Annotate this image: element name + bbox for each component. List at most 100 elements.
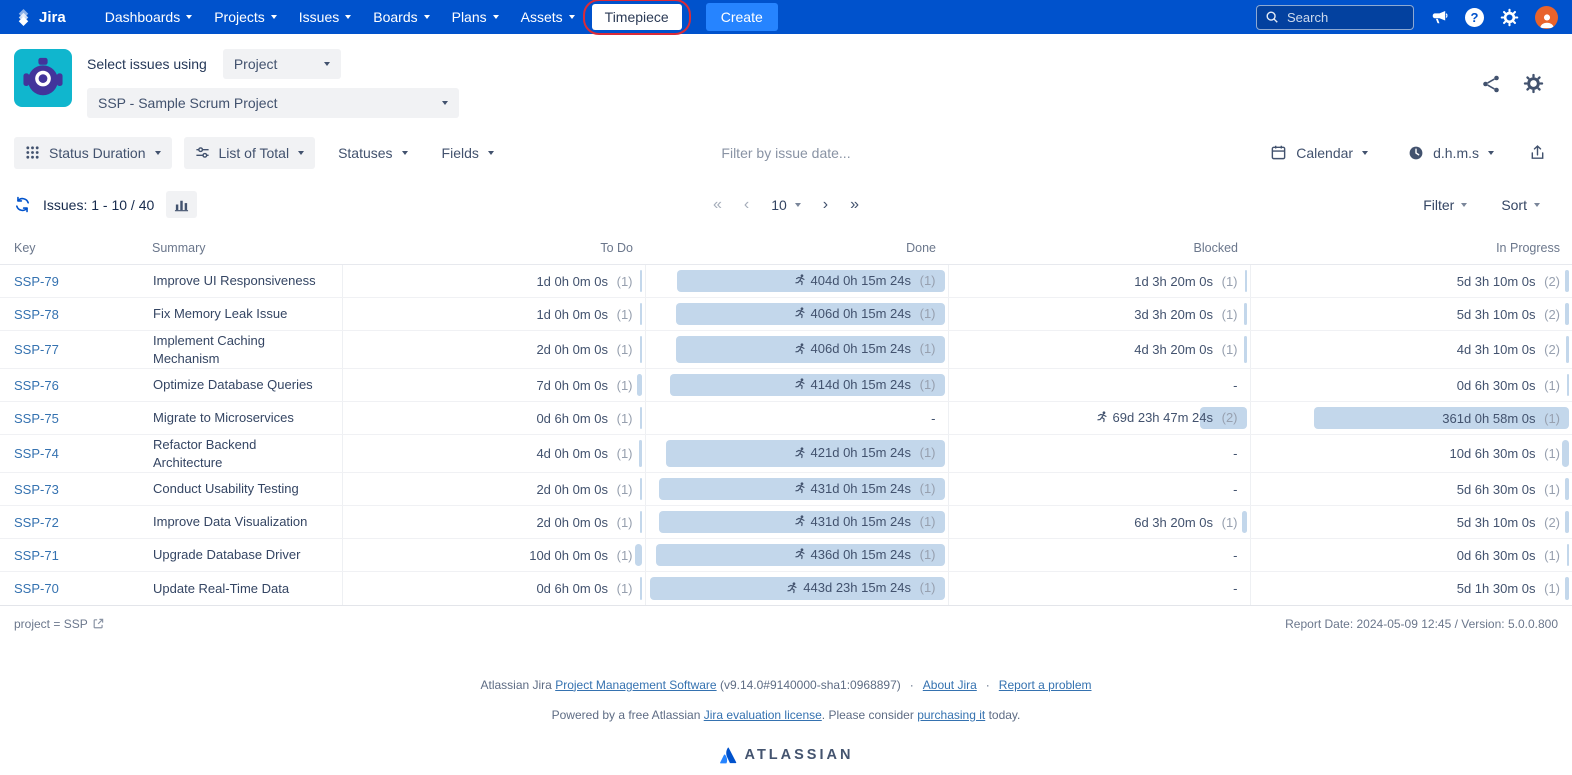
duration-text: 5d 3h 10m 0s (2) xyxy=(1457,274,1560,289)
duration-cell: 69d 23h 47m 24s (2) xyxy=(948,402,1250,435)
duration-bar xyxy=(1565,511,1569,533)
nav-item-dashboards[interactable]: Dashboards xyxy=(96,5,202,29)
first-page-button[interactable]: « xyxy=(713,197,722,213)
nav-item-assets[interactable]: Assets xyxy=(512,5,584,29)
help-icon[interactable]: ? xyxy=(1465,8,1484,27)
status-count: (1) xyxy=(613,446,633,461)
share-icon[interactable] xyxy=(1481,74,1501,94)
announcement-icon[interactable] xyxy=(1430,8,1449,27)
duration-cell: - xyxy=(948,369,1250,402)
prev-page-button[interactable]: ‹ xyxy=(744,197,749,213)
page-size-dropdown[interactable]: 10 xyxy=(771,197,801,213)
issue-key-link[interactable]: SSP-72 xyxy=(14,515,59,530)
duration-text: - xyxy=(1233,548,1237,563)
filter-label: Filter xyxy=(1423,197,1454,213)
jira-logo[interactable]: Jira xyxy=(14,8,66,27)
duration-bar xyxy=(637,374,642,396)
duration-bar xyxy=(1244,303,1246,325)
pms-link[interactable]: Project Management Software xyxy=(555,678,716,692)
status-count: (1) xyxy=(613,411,633,426)
status-count: (1) xyxy=(916,580,936,595)
duration-bar xyxy=(639,440,642,467)
table-row: SSP-70Update Real-Time Data0d 6h 0m 0s (… xyxy=(0,572,1572,605)
nav-item-timepiece[interactable]: Timepiece xyxy=(592,4,682,30)
issue-key-link[interactable]: SSP-79 xyxy=(14,274,59,289)
settings-gear-icon[interactable] xyxy=(1500,8,1519,27)
status-count: (1) xyxy=(1218,342,1238,357)
external-link-icon[interactable] xyxy=(93,618,104,629)
report-settings-gear-icon[interactable] xyxy=(1523,73,1544,94)
status-count: (1) xyxy=(916,445,936,460)
nav-item-issues[interactable]: Issues xyxy=(290,5,360,29)
search-input[interactable] xyxy=(1256,5,1414,30)
fields-dropdown[interactable]: Fields xyxy=(431,137,505,169)
nav-item-projects[interactable]: Projects xyxy=(205,5,286,29)
issue-key-link[interactable]: SSP-73 xyxy=(14,482,59,497)
table-row: SSP-78Fix Memory Leak Issue1d 0h 0m 0s (… xyxy=(0,298,1572,331)
duration-text: 436d 0h 15m 24s (1) xyxy=(794,547,936,562)
sort-dropdown[interactable]: Sort xyxy=(1501,197,1540,213)
issue-key-link[interactable]: SSP-71 xyxy=(14,548,59,563)
duration-cell: 5d 3h 10m 0s (2) xyxy=(1250,506,1572,539)
duration-text: 6d 3h 20m 0s (1) xyxy=(1134,515,1237,530)
runner-icon xyxy=(794,515,806,527)
duration-bar xyxy=(640,407,642,429)
calendar-dropdown[interactable]: Calendar xyxy=(1259,136,1379,169)
issue-key-link[interactable]: SSP-74 xyxy=(14,446,59,461)
duration-cell: 5d 1h 30m 0s (1) xyxy=(1250,572,1572,605)
nav-item-boards[interactable]: Boards xyxy=(364,5,438,29)
calendar-label: Calendar xyxy=(1296,145,1353,161)
duration-cell: 0d 6h 30m 0s (1) xyxy=(1250,369,1572,402)
status-count: (2) xyxy=(1541,307,1561,322)
duration-bar xyxy=(1565,303,1569,325)
issue-date-filter-input[interactable]: Filter by issue date... xyxy=(721,145,850,161)
issue-key-link[interactable]: SSP-70 xyxy=(14,581,59,596)
nav-item-label: Boards xyxy=(373,9,417,25)
time-format-dropdown[interactable]: d.h.m.s xyxy=(1397,137,1505,169)
about-jira-link[interactable]: About Jira xyxy=(923,678,977,692)
duration-bar xyxy=(1567,374,1569,396)
refresh-icon[interactable] xyxy=(14,196,31,213)
create-button[interactable]: Create xyxy=(706,3,778,31)
jira-logo-text: Jira xyxy=(39,9,66,26)
issue-key-link[interactable]: SSP-77 xyxy=(14,342,59,357)
status-count: (1) xyxy=(1541,581,1561,596)
status-count: (1) xyxy=(1218,307,1238,322)
issue-key-link[interactable]: SSP-78 xyxy=(14,307,59,322)
status-count: (1) xyxy=(916,273,936,288)
duration-text: 1d 0h 0m 0s (1) xyxy=(536,307,632,322)
next-page-button[interactable]: › xyxy=(823,197,828,213)
footer-separator: · xyxy=(910,678,914,692)
view-mode-dropdown[interactable]: List of Total xyxy=(184,137,316,169)
issue-key-cell: SSP-78 xyxy=(0,298,152,331)
filter-dropdown[interactable]: Filter xyxy=(1423,197,1467,213)
duration-bar xyxy=(1565,270,1569,292)
runner-icon xyxy=(794,378,806,390)
chart-view-button[interactable] xyxy=(166,191,197,218)
table-row: SSP-73Conduct Usability Testing2d 0h 0m … xyxy=(0,473,1572,506)
evaluation-license-link[interactable]: Jira evaluation license xyxy=(704,708,822,722)
table-row: SSP-79Improve UI Responsiveness1d 0h 0m … xyxy=(0,265,1572,298)
report-problem-link[interactable]: Report a problem xyxy=(999,678,1092,692)
issue-key-link[interactable]: SSP-75 xyxy=(14,411,59,426)
footer-separator: · xyxy=(986,678,990,692)
statuses-label: Statuses xyxy=(338,145,392,161)
avatar[interactable] xyxy=(1535,6,1558,29)
project-dropdown[interactable]: SSP - Sample Scrum Project xyxy=(87,88,459,118)
runner-icon xyxy=(794,482,806,494)
duration-bar xyxy=(640,303,642,325)
nav-item-label: Assets xyxy=(521,9,563,25)
issue-source-mode-dropdown[interactable]: Project xyxy=(223,49,341,79)
last-page-button[interactable]: » xyxy=(850,197,859,213)
export-icon[interactable] xyxy=(1523,136,1552,169)
footer-text: . Please consider xyxy=(822,708,917,722)
nav-right-cluster: ? xyxy=(1256,5,1558,30)
report-type-dropdown[interactable]: Status Duration xyxy=(14,137,172,169)
duration-bar xyxy=(640,270,642,292)
duration-cell: - xyxy=(645,402,948,435)
statuses-dropdown[interactable]: Statuses xyxy=(327,137,418,169)
jira-logo-icon xyxy=(14,8,33,27)
nav-item-plans[interactable]: Plans xyxy=(443,5,508,29)
purchasing-link[interactable]: purchasing it xyxy=(917,708,985,722)
issue-key-link[interactable]: SSP-76 xyxy=(14,378,59,393)
